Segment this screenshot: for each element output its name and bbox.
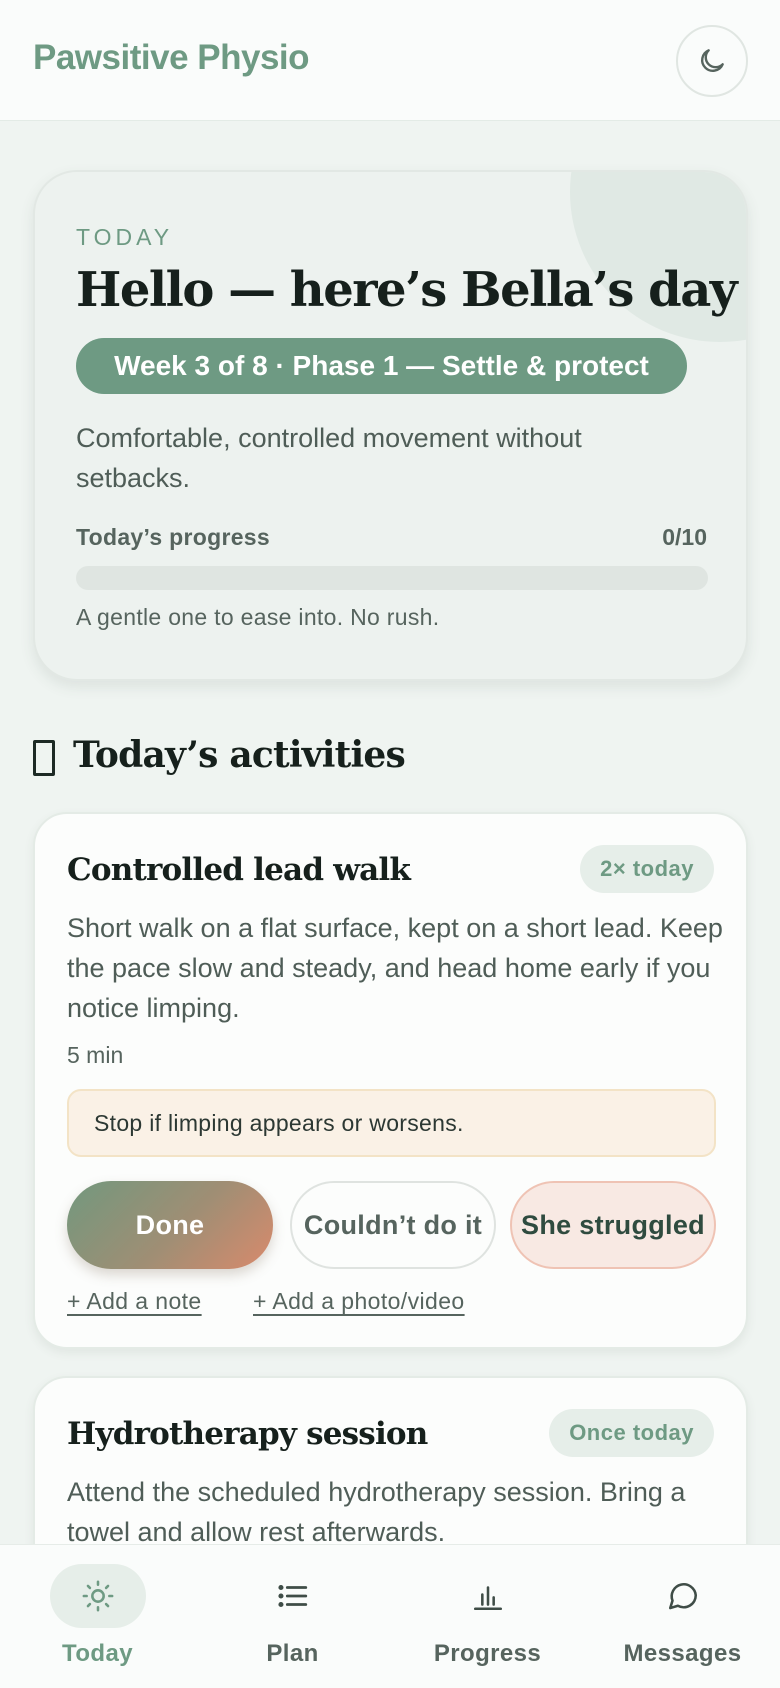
progress-count: 0/10 bbox=[662, 524, 707, 550]
nav-label-messages: Messages bbox=[623, 1640, 742, 1667]
add-note-link[interactable]: + Add a note bbox=[67, 1288, 202, 1315]
nav-tab-plan[interactable]: Plan bbox=[195, 1545, 390, 1688]
phase-description: Comfortable, controlled movement without… bbox=[76, 423, 582, 493]
list-icon bbox=[277, 1584, 307, 1608]
bar-chart-icon bbox=[473, 1586, 502, 1611]
nav-label-plan: Plan bbox=[266, 1640, 319, 1667]
frequency-badge: 2× today bbox=[580, 845, 714, 893]
dark-mode-toggle-button[interactable] bbox=[676, 25, 748, 97]
activity-title: Controlled lead walk bbox=[67, 852, 411, 888]
nav-icon-container bbox=[440, 1564, 536, 1628]
activity-title: Hydrotherapy session bbox=[67, 1416, 428, 1452]
activity-description: Short walk on a flat surface, kept on a … bbox=[67, 913, 723, 1023]
she-struggled-button[interactable]: She struggled bbox=[510, 1181, 716, 1269]
progress-bar bbox=[76, 566, 708, 590]
nav-label-progress: Progress bbox=[433, 1640, 542, 1667]
page-title: Hello — here’s Bella’s day bbox=[76, 262, 738, 318]
moon-icon bbox=[701, 49, 724, 72]
top-app-bar: Pawsitive Physio bbox=[0, 0, 780, 121]
add-photo-video-link[interactable]: + Add a photo/video bbox=[253, 1288, 465, 1315]
activities-heading: Today’s activities bbox=[73, 734, 406, 776]
nav-tab-progress[interactable]: Progress bbox=[390, 1545, 585, 1688]
chat-bubble-icon bbox=[668, 1583, 697, 1610]
nav-tab-messages[interactable]: Messages bbox=[585, 1545, 780, 1688]
couldnt-do-it-button[interactable]: Couldn’t do it bbox=[290, 1181, 496, 1269]
bottom-navigation: Today Plan Progress Messages bbox=[0, 1544, 780, 1688]
safety-warning: Stop if limping appears or worsens. bbox=[67, 1089, 716, 1157]
today-summary-card: TODAY Hello — here’s Bella’s day Week 3 … bbox=[33, 170, 748, 681]
app-title: Pawsitive Physio bbox=[33, 38, 310, 77]
frequency-badge: Once today bbox=[549, 1409, 714, 1457]
done-button[interactable]: Done bbox=[67, 1181, 273, 1269]
nav-icon-container bbox=[245, 1564, 341, 1628]
phase-badge: Week 3 of 8 · Phase 1 — Settle & protect bbox=[76, 338, 687, 394]
sun-icon bbox=[82, 1580, 113, 1612]
activities-icon bbox=[33, 740, 55, 776]
nav-icon-container bbox=[49, 1564, 146, 1628]
activity-card: Controlled lead walk 2× today Short walk… bbox=[33, 812, 748, 1349]
nav-label-today: Today bbox=[62, 1640, 133, 1667]
activity-duration: 5 min bbox=[67, 1042, 124, 1068]
today-eyebrow: TODAY bbox=[76, 224, 174, 250]
nav-icon-container bbox=[635, 1564, 731, 1628]
progress-label: Today’s progress bbox=[76, 524, 270, 550]
progress-note: A gentle one to ease into. No rush. bbox=[76, 604, 440, 630]
activity-description: Attend the scheduled hydrotherapy sessio… bbox=[67, 1477, 686, 1547]
nav-tab-today[interactable]: Today bbox=[0, 1545, 195, 1688]
